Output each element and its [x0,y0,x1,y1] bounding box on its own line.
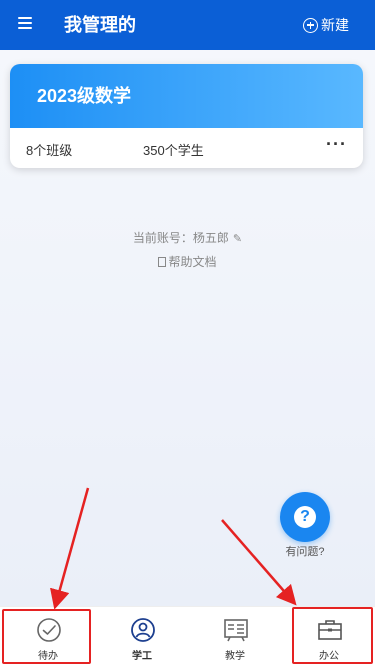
more-options-button[interactable]: ··· [326,134,347,155]
course-title: 2023级数学 [10,64,363,128]
person-icon [131,618,155,642]
help-label: 有问题? [285,546,325,558]
plus-circle-icon [303,17,318,33]
annotation-box-todo [2,609,91,664]
tab-teaching[interactable]: 教学 [188,607,282,667]
account-info: 当前账号：杨五郎 ✎ [0,229,375,246]
new-button-label: 新建 [321,17,349,33]
app-header: 我管理的 新建 [0,0,375,50]
class-count: 8个班级 [26,143,73,158]
tab-teaching-label: 教学 [225,651,245,662]
question-icon: ? [294,506,316,528]
account-text: 当前账号：杨五郎 [132,231,229,245]
help-button[interactable]: ? [280,492,330,542]
document-icon [158,257,167,267]
page-title: 我管理的 [64,15,136,35]
tab-student-affairs[interactable]: 学工 [95,607,189,667]
board-icon [224,619,248,642]
menu-icon[interactable] [18,17,32,31]
student-count: 350个学生 [143,143,204,158]
course-card[interactable]: 2023级数学 8个班级 350个学生 ··· [10,64,363,168]
annotation-box-office [292,607,373,664]
tab-student-affairs-label: 学工 [132,651,152,662]
help-doc-label: 帮助文档 [168,255,217,269]
annotation-arrow-left [50,487,90,610]
annotation-arrow-right [221,519,297,606]
edit-pencil-icon[interactable]: ✎ [233,232,242,245]
help-doc-link[interactable]: 帮助文档 [0,253,375,270]
new-button[interactable]: 新建 [303,15,349,35]
